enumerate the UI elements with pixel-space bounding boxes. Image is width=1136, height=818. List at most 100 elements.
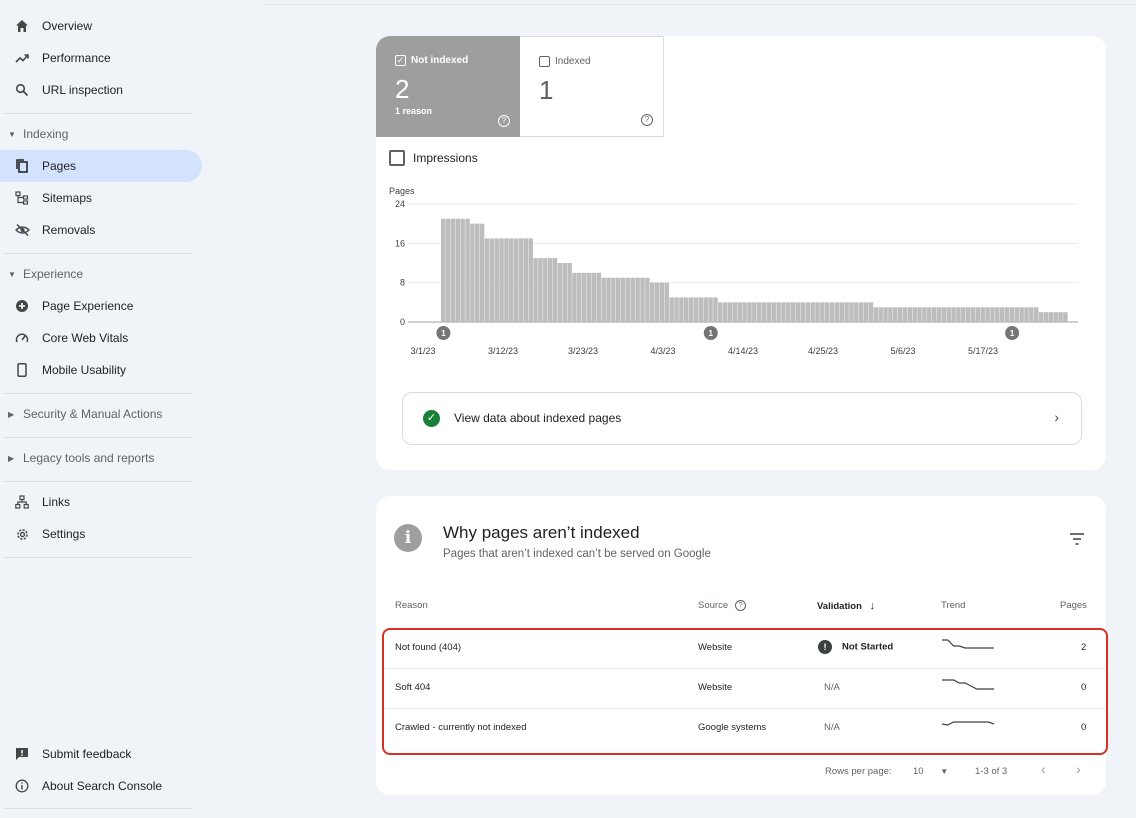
bar: [1009, 307, 1015, 322]
bar: [1033, 307, 1039, 322]
x-tick-label: 4/25/23: [808, 346, 838, 356]
sidebar-divider: [4, 481, 193, 482]
bar: [718, 302, 723, 323]
bar: [941, 307, 947, 322]
bar: [455, 218, 461, 322]
help-icon[interactable]: ?: [735, 600, 747, 611]
bar: [650, 282, 655, 322]
eye-off-icon: [13, 221, 31, 239]
bar: [450, 218, 456, 322]
nav-core-web-vitals[interactable]: Core Web Vitals: [0, 322, 202, 354]
annotation-label: 1: [441, 329, 446, 338]
phone-icon: [13, 361, 31, 379]
column-validation-label: Validation: [817, 601, 862, 612]
not-indexed-tile[interactable]: ✓ Not indexed 2 1 reason ?: [376, 36, 520, 137]
home-icon: [13, 17, 31, 35]
bar: [630, 277, 636, 322]
filter-icon[interactable]: [1069, 532, 1085, 546]
bar: [1019, 307, 1024, 322]
column-source-label: Source: [698, 600, 729, 612]
column-pages[interactable]: Pages: [1060, 600, 1087, 611]
bar: [912, 307, 917, 322]
bar: [615, 277, 621, 322]
bar: [611, 277, 616, 322]
nav-removals[interactable]: Removals: [0, 214, 202, 246]
impressions-checkbox[interactable]: [389, 150, 405, 166]
chevron-right-icon[interactable]: ›: [1076, 761, 1081, 777]
bar: [606, 277, 611, 322]
bar: [679, 297, 684, 322]
why-title: Why pages aren’t indexed: [443, 523, 640, 542]
bar: [795, 302, 801, 323]
dropdown-arrow-icon: ▼: [940, 767, 949, 776]
sidebar-divider: [4, 437, 193, 438]
help-icon[interactable]: ?: [498, 115, 510, 127]
bar: [688, 297, 694, 322]
nav-settings[interactable]: Settings: [0, 518, 202, 550]
bar: [747, 302, 752, 323]
indexed-tile[interactable]: Indexed 1 ?: [520, 36, 664, 137]
bar: [1024, 307, 1029, 322]
indexed-label: Indexed: [555, 56, 591, 67]
trending-up-icon: [13, 49, 31, 67]
nav-mobile-usability[interactable]: Mobile Usability: [0, 354, 202, 386]
help-icon[interactable]: ?: [641, 114, 653, 126]
checkbox-unchecked-icon[interactable]: [539, 56, 550, 67]
nav-overview[interactable]: Overview: [0, 10, 202, 42]
bar: [713, 297, 718, 322]
bar: [538, 258, 543, 323]
bar: [1043, 312, 1049, 322]
rows-per-page-select[interactable]: 10 ▼: [913, 766, 948, 777]
gear-icon: [13, 525, 31, 543]
nav-sitemaps[interactable]: Sitemaps: [0, 182, 202, 214]
chevron-left-icon[interactable]: ‹: [1041, 761, 1046, 777]
nav-pages[interactable]: Pages: [0, 150, 202, 182]
bar: [936, 307, 942, 322]
bar: [669, 297, 674, 322]
column-trend: Trend: [941, 600, 966, 611]
bar: [756, 302, 762, 323]
bar: [888, 307, 893, 322]
pages-bar-chart: 0 8 16 24 3/1/23 3/12/23 3/23/23 4/3/23 4/14/23 4…: [395, 199, 1078, 356]
view-indexed-pages-button[interactable]: ✓ View data about indexed pages ›: [402, 392, 1082, 445]
bar: [664, 282, 670, 322]
column-validation[interactable]: Validation ↓: [817, 600, 875, 612]
pager-range: 1-3 of 3: [975, 766, 1008, 777]
bar: [800, 302, 806, 323]
header-divider: [263, 4, 1136, 5]
bar: [441, 218, 446, 322]
sidebar-divider: [4, 393, 193, 394]
nav-page-experience[interactable]: Page Experience: [0, 290, 202, 322]
nav-submit-feedback[interactable]: Submit feedback: [0, 738, 202, 770]
nav-page-experience-label: Page Experience: [42, 299, 134, 313]
bar: [761, 302, 767, 323]
nav-links[interactable]: Links: [0, 486, 202, 518]
section-experience[interactable]: ▼ Experience: [0, 262, 200, 286]
y-tick-label: 8: [400, 278, 405, 288]
rows-per-page-value: 10: [913, 766, 924, 777]
not-indexed-count: 2: [395, 74, 410, 104]
x-tick-label: 5/17/23: [968, 346, 998, 356]
bar: [708, 297, 713, 322]
bar: [815, 302, 820, 323]
nav-about[interactable]: About Search Console: [0, 770, 202, 802]
column-reason[interactable]: Reason: [395, 600, 428, 611]
section-indexing-label: Indexing: [23, 127, 69, 141]
section-security[interactable]: ▶ Security & Manual Actions: [0, 402, 200, 426]
bar: [873, 307, 879, 322]
nav-performance-label: Performance: [42, 51, 111, 65]
sitemap-icon: [13, 189, 31, 207]
nav-performance[interactable]: Performance: [0, 42, 202, 74]
not-indexed-label: Not indexed: [411, 55, 469, 66]
gauge-icon: [13, 329, 31, 347]
section-indexing[interactable]: ▼ Indexing: [0, 122, 200, 146]
bar: [552, 258, 558, 323]
nav-sitemaps-label: Sitemaps: [42, 191, 93, 205]
y-tick-label: 16: [395, 238, 405, 248]
bar: [518, 238, 524, 322]
checkbox-checked-icon[interactable]: ✓: [395, 55, 406, 66]
column-source[interactable]: Source?: [698, 600, 747, 612]
bar: [499, 238, 504, 322]
nav-url-inspection[interactable]: URL inspection: [0, 74, 202, 106]
section-legacy[interactable]: ▶ Legacy tools and reports: [0, 446, 200, 470]
